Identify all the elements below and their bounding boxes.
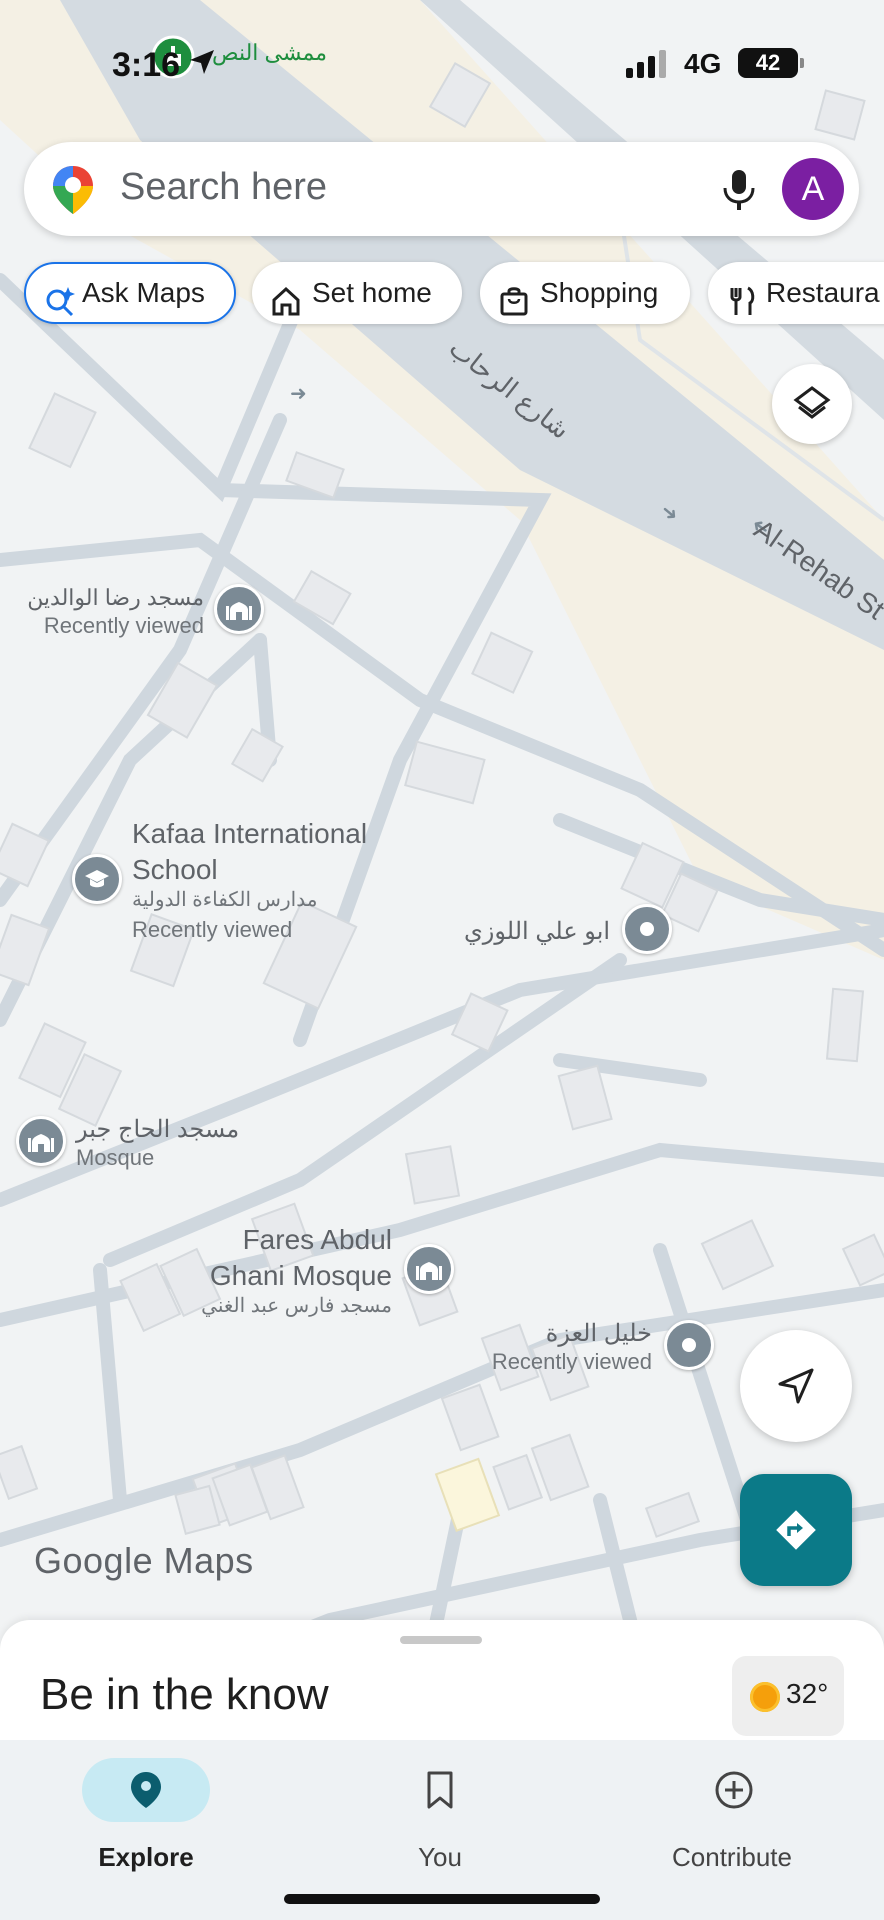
chip-label: Set home (312, 277, 432, 308)
nav-pill (376, 1758, 504, 1822)
category-chips: Ask Maps Set home Shopping Restaura (24, 262, 884, 326)
nav-label: Contribute (672, 1842, 792, 1872)
mosque-pin[interactable] (214, 584, 264, 634)
sparkle-search-icon (44, 279, 76, 322)
place-name: خليل العزة (545, 1320, 652, 1347)
place-name: Ghani Mosque (209, 1260, 392, 1291)
mic-icon[interactable] (716, 166, 762, 217)
home-indicator (284, 1894, 600, 1904)
layers-icon (793, 386, 831, 419)
chip-set-home[interactable]: Set home (252, 262, 462, 324)
sun-icon (750, 1682, 780, 1712)
nav-contribute[interactable]: Contribute (632, 1750, 832, 1872)
chip-label: Ask Maps (82, 277, 205, 308)
svg-text:➜: ➜ (290, 381, 307, 405)
shopping-bag-icon (498, 277, 530, 324)
nav-pill (82, 1758, 210, 1822)
mosque-icon (226, 602, 252, 620)
place-name: ابو علي اللوزي (464, 918, 611, 945)
mosque-icon (28, 1134, 54, 1152)
place-alt-name: مسجد فارس عبد الغني (201, 1295, 392, 1317)
bottom-nav: Explore You Contribute (0, 1740, 884, 1920)
place-alt-name: مدارس الكفاءة الدولية (132, 889, 318, 911)
bookmark-icon (427, 1771, 453, 1809)
nav-label: You (418, 1842, 462, 1872)
nav-explore[interactable]: Explore (46, 1750, 246, 1872)
place-label[interactable]: خليل العزة Recently viewed (486, 1320, 652, 1376)
plus-circle-icon (715, 1771, 753, 1809)
place-name: Kafaa International (132, 818, 368, 849)
place-label[interactable]: مسجد الحاج جبر Mosque (76, 1116, 239, 1172)
place-label[interactable]: ابو علي اللوزي (464, 918, 610, 946)
network-type: 4G (684, 48, 722, 79)
chip-shopping[interactable]: Shopping (480, 262, 690, 324)
status-bar: ممشى النص 3:16 4G 42 (0, 28, 884, 100)
google-maps-pin-icon (50, 164, 96, 221)
status-place-label: ممشى النص (212, 40, 327, 65)
place-name: مسجد الحاج جبر (76, 1116, 240, 1143)
sheet-handle[interactable] (400, 1636, 482, 1644)
place-sub: Mosque (76, 1145, 155, 1170)
place-name: Fares Abdul (242, 1224, 392, 1255)
restaurant-icon (726, 277, 758, 324)
school-pin[interactable] (72, 854, 122, 904)
nav-pill (668, 1758, 796, 1822)
location-arrow-icon (186, 46, 218, 83)
navigation-arrow-icon (778, 1368, 814, 1404)
search-bar[interactable]: Search here A (24, 142, 859, 236)
chip-restaurants[interactable]: Restaura (708, 262, 884, 324)
temperature: 32° (786, 1678, 829, 1709)
search-input[interactable]: Search here (120, 166, 327, 209)
directions-button[interactable] (740, 1474, 852, 1586)
avatar[interactable]: A (782, 158, 844, 220)
my-location-button[interactable] (740, 1330, 852, 1442)
google-maps-logo: Google Maps (34, 1540, 254, 1581)
place-sub: Recently viewed (491, 1349, 652, 1374)
bottom-sheet[interactable]: Be in the know 32° (0, 1620, 884, 1740)
sheet-title: Be in the know (40, 1670, 329, 1719)
place-name: مسجد رضا الوالدين (27, 585, 204, 610)
place-sub: Recently viewed (132, 917, 293, 942)
explore-pin-icon (131, 1772, 161, 1808)
nav-you[interactable]: You (340, 1750, 540, 1872)
layers-button[interactable] (772, 364, 852, 444)
place-pin[interactable] (622, 904, 672, 954)
weather-badge[interactable]: 32° (732, 1656, 844, 1736)
signal-icon (626, 50, 670, 83)
mosque-pin[interactable] (16, 1116, 66, 1166)
place-pin[interactable] (664, 1320, 714, 1370)
chip-label: Restaura (766, 277, 880, 308)
place-sub: Recently viewed (43, 613, 204, 638)
place-icon (640, 922, 654, 936)
nav-label: Explore (98, 1842, 194, 1872)
home-icon (270, 277, 302, 324)
mosque-icon (416, 1262, 442, 1280)
status-time: 3:16 (112, 46, 181, 84)
directions-icon (776, 1510, 816, 1550)
battery-indicator: 42 (738, 48, 804, 78)
school-icon (85, 870, 109, 888)
place-name: School (132, 854, 218, 885)
chip-ask-maps[interactable]: Ask Maps (24, 262, 236, 324)
chip-label: Shopping (540, 277, 659, 308)
place-icon (682, 1338, 696, 1352)
place-label[interactable]: مسجد رضا الوالدين Recently viewed (10, 584, 204, 640)
mosque-pin[interactable] (404, 1244, 454, 1294)
place-label[interactable]: Kafaa International School مدارس الكفاءة… (132, 816, 367, 948)
place-label[interactable]: Fares Abdul Ghani Mosque مسجد فارس عبد ا… (196, 1222, 392, 1318)
